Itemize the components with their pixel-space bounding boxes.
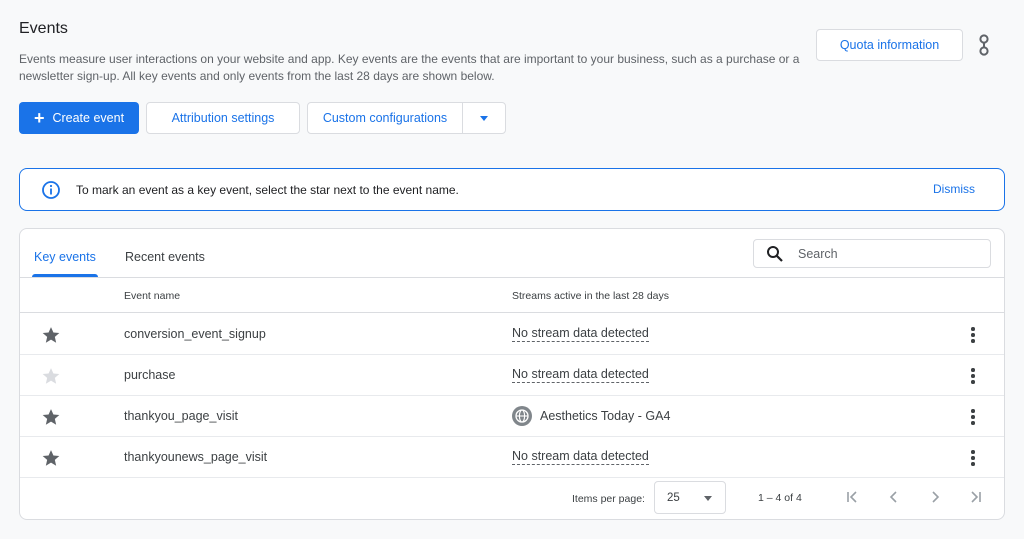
- globe-icon: [512, 406, 532, 426]
- more-vert-icon[interactable]: [966, 407, 980, 427]
- plus-icon: +: [33, 108, 45, 128]
- page-description: Events measure user interactions on your…: [19, 52, 800, 83]
- star-icon[interactable]: [41, 407, 61, 427]
- items-per-page-label: Items per page:: [572, 493, 645, 505]
- stream-status[interactable]: No stream data detected: [512, 449, 649, 465]
- star-outline-icon[interactable]: [41, 366, 61, 386]
- table-row: thankyounews_page_visit No stream data d…: [20, 437, 1004, 478]
- stream-name: Aesthetics Today - GA4: [540, 409, 671, 423]
- event-name[interactable]: thankyounews_page_visit: [124, 450, 267, 464]
- events-card: Key events Recent events Event name Stre…: [19, 228, 1005, 520]
- more-vert-icon[interactable]: [966, 448, 980, 468]
- stream-web[interactable]: Aesthetics Today - GA4: [512, 406, 670, 426]
- more-vert-icon[interactable]: [966, 366, 980, 386]
- column-event-name[interactable]: Event name: [124, 290, 180, 302]
- attribution-settings-button[interactable]: Attribution settings: [146, 102, 300, 134]
- star-icon[interactable]: [41, 448, 61, 468]
- star-icon[interactable]: [41, 325, 61, 345]
- stream-status[interactable]: No stream data detected: [512, 326, 649, 342]
- stream-status[interactable]: No stream data detected: [512, 367, 649, 383]
- page-range: 1 – 4 of 4: [758, 492, 802, 504]
- table-header: Event name Streams active in the last 28…: [20, 278, 1004, 313]
- items-per-page-select[interactable]: 25: [654, 481, 726, 514]
- dropdown-arrow-icon: [704, 496, 712, 501]
- next-page-icon[interactable]: [925, 487, 945, 507]
- table-row: thankyou_page_visit Aesthetics Today - G…: [20, 396, 1004, 437]
- info-icon: [42, 180, 60, 199]
- pagination: Items per page: 25 1 – 4 of 4: [20, 477, 1004, 517]
- table-row: purchase No stream data detected: [20, 355, 1004, 396]
- more-vert-icon[interactable]: [966, 325, 980, 345]
- table-row: conversion_event_signup No stream data d…: [20, 314, 1004, 355]
- active-tab-indicator: [32, 274, 98, 277]
- create-event-button[interactable]: + Create event: [19, 102, 139, 134]
- event-name[interactable]: purchase: [124, 368, 175, 382]
- quota-information-button[interactable]: Quota information: [816, 29, 963, 61]
- tab-key-events-label: Key events: [34, 250, 96, 264]
- create-event-label: Create event: [52, 111, 125, 125]
- previous-page-icon[interactable]: [884, 487, 904, 507]
- items-per-page-value: 25: [667, 491, 680, 504]
- dismiss-button[interactable]: Dismiss: [933, 182, 975, 196]
- event-name[interactable]: thankyou_page_visit: [124, 409, 238, 423]
- first-page-icon[interactable]: [842, 487, 862, 507]
- custom-configurations-split-button: Custom configurations: [307, 102, 506, 134]
- event-name[interactable]: conversion_event_signup: [124, 327, 266, 341]
- tab-bar: Key events Recent events: [20, 229, 1004, 278]
- last-page-icon[interactable]: [966, 487, 986, 507]
- tab-recent-events[interactable]: Recent events: [125, 250, 205, 264]
- column-streams-active[interactable]: Streams active in the last 28 days: [512, 290, 669, 302]
- custom-configurations-button[interactable]: Custom configurations: [308, 103, 463, 133]
- banner-message: To mark an event as a key event, select …: [76, 182, 459, 197]
- search-box: [753, 239, 991, 268]
- page-title: Events: [19, 20, 68, 37]
- help-lightbulb-icon[interactable]: [975, 33, 993, 59]
- custom-configurations-dropdown[interactable]: [463, 103, 505, 133]
- caret-down-icon: [480, 115, 488, 121]
- tab-key-events[interactable]: Key events: [32, 250, 98, 277]
- search-input[interactable]: [798, 246, 968, 261]
- info-banner: To mark an event as a key event, select …: [19, 168, 1005, 211]
- search-icon: [767, 245, 783, 262]
